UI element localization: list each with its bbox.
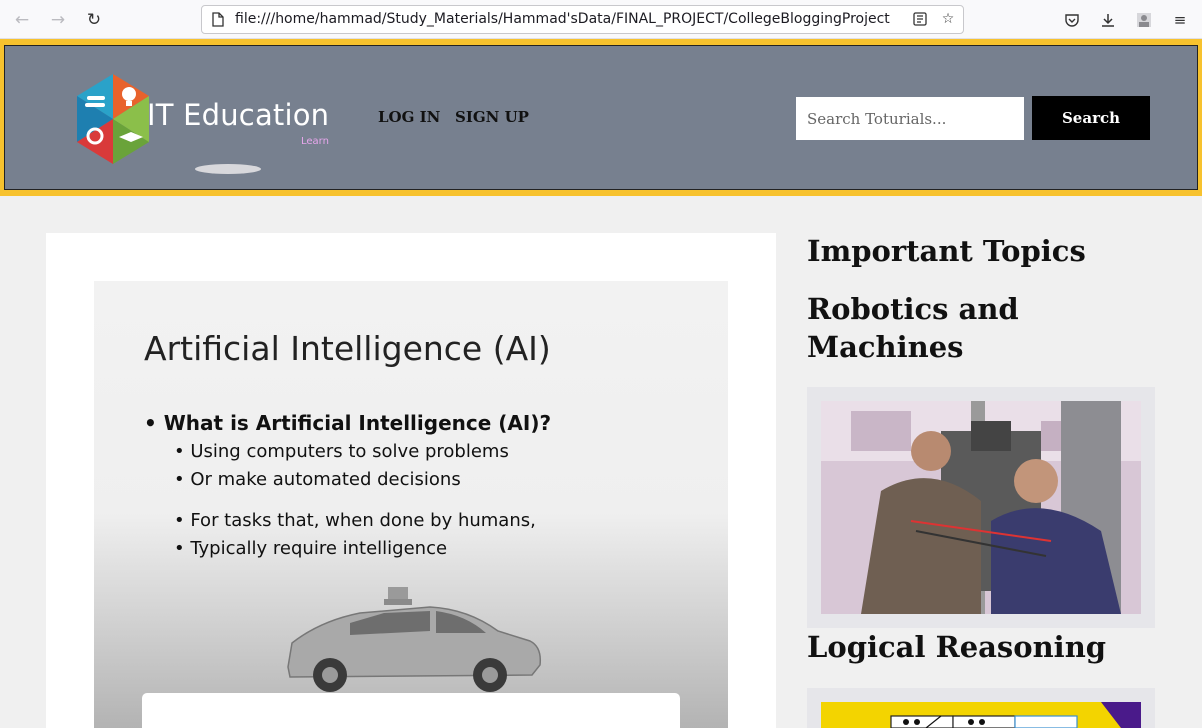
pocket-icon[interactable]: [1060, 8, 1084, 32]
reload-icon[interactable]: ↻: [82, 8, 106, 32]
post-card: Artificial Intelligence (AI) • What is A…: [46, 233, 776, 728]
page-icon: [208, 9, 228, 29]
menu-icon[interactable]: ≡: [1168, 8, 1192, 32]
logo-text: IT Education: [147, 98, 330, 132]
slide-bullet: • Typically require intelligence: [174, 538, 448, 559]
topic-title-logical-reasoning[interactable]: Logical Reasoning: [807, 628, 1147, 666]
slide-bullet: • Or make automated decisions: [174, 469, 461, 490]
profile-icon[interactable]: [1132, 8, 1156, 32]
topic-title-robotics[interactable]: Robotics and Machines: [807, 290, 1107, 366]
ai-slide-image[interactable]: Artificial Intelligence (AI) • What is A…: [94, 281, 728, 728]
sidebar-heading: Important Topics: [807, 234, 1086, 268]
logo-hexagon-icon: [77, 74, 149, 164]
search-button[interactable]: Search: [1032, 96, 1150, 140]
self-driving-car-icon: [287, 587, 542, 692]
bookmark-star-icon[interactable]: ☆: [938, 9, 958, 29]
slide-bullet: • What is Artificial Intelligence (AI)?: [144, 411, 552, 435]
header-bar: IT Education Learn LOG IN SIGN UP Search: [4, 45, 1198, 190]
address-bar[interactable]: file:///home/hammad/Study_Materials/Hamm…: [201, 5, 964, 34]
back-icon[interactable]: ←: [10, 8, 34, 32]
logical-reasoning-image: [821, 702, 1141, 728]
robotics-image: [821, 401, 1141, 614]
slide-title: Artificial Intelligence (AI): [144, 329, 551, 368]
login-link[interactable]: LOG IN: [378, 108, 440, 126]
topic-card-robotics[interactable]: [807, 387, 1155, 628]
site-logo[interactable]: IT Education Learn: [75, 66, 345, 176]
browser-toolbar: ← → ↻ file:///home/hammad/Study_Material…: [0, 0, 1202, 39]
logo-tagline: Learn: [301, 136, 329, 147]
forward-icon[interactable]: →: [46, 8, 70, 32]
post-body-card: [142, 693, 680, 728]
url-text[interactable]: file:///home/hammad/Study_Materials/Hamm…: [235, 11, 907, 27]
signup-link[interactable]: SIGN UP: [455, 108, 529, 126]
downloads-icon[interactable]: [1096, 8, 1120, 32]
reader-view-icon[interactable]: [910, 9, 930, 29]
slide-bullet: • Using computers to solve problems: [174, 441, 509, 462]
slide-bullet: • For tasks that, when done by humans,: [174, 510, 536, 531]
logo-shadow: [195, 164, 261, 174]
search-input[interactable]: [796, 97, 1024, 140]
site-header: IT Education Learn LOG IN SIGN UP Search: [0, 39, 1202, 196]
topic-card-logical-reasoning[interactable]: [807, 688, 1155, 728]
